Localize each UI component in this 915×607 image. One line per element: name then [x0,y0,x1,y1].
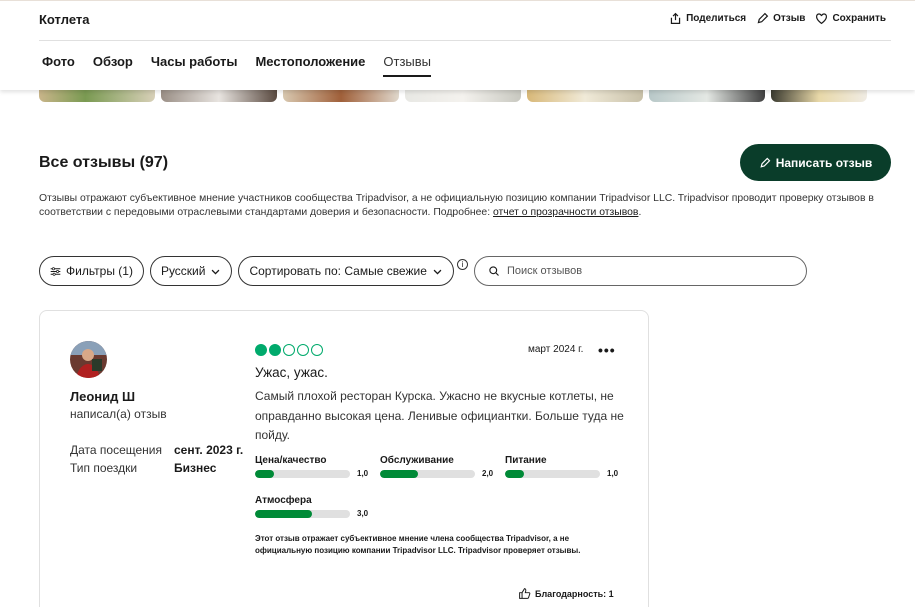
thumbs-up-icon [519,588,531,599]
review-text: Самый плохой ресторан Курска. Ужасно не … [255,389,624,442]
review-title[interactable]: Ужас, ужас. [255,365,328,380]
sticky-header: Котлета Поделиться Отзыв Сохранить Фото … [0,0,915,90]
review-disclaimer: Этот отзыв отражает субъективное мнение … [255,534,581,555]
trip-type-label: Тип поездки [70,461,138,475]
rating-bar [255,509,350,518]
rating-bar [380,469,475,478]
rating-bar [505,469,600,478]
pencil-icon [760,157,771,168]
reviews-disclaimer: Отзывы отражают субъективное мнение учас… [39,192,889,220]
share-button[interactable]: Поделиться [669,12,746,25]
filters-button[interactable]: Фильтры (1) [39,256,144,286]
review-label: Отзыв [773,13,806,24]
search-icon [489,266,499,276]
chevron-down-icon [433,269,442,274]
tab-hours[interactable]: Часы работы [151,54,238,77]
review-card: Леонид Ш написал(а) отзыв Дата посещения… [39,310,649,607]
search-placeholder: Поиск отзывов [507,265,583,277]
sliders-icon [50,266,61,276]
tab-overview[interactable]: Обзор [93,54,133,77]
write-review-label: Написать отзыв [775,155,873,170]
write-review-link[interactable]: Отзыв [756,12,805,25]
pencil-icon [757,12,769,24]
chevron-down-icon [212,269,220,274]
rating-value: 2,0 [482,469,494,478]
rating-bar-fill [505,469,524,478]
rating-bar-fill [380,469,418,478]
bubble-empty-icon [297,344,309,356]
transparency-report-link[interactable]: отчет о прозрачности отзывов [493,207,638,218]
rating-label: Обслуживание [380,455,454,466]
filter-row: Фильтры (1) Русский Сортировать по: Самы… [39,256,468,286]
share-label: Поделиться [686,13,747,24]
tab-photos[interactable]: Фото [42,54,75,77]
visit-date-label: Дата посещения [70,443,162,457]
more-options-icon[interactable]: ••• [598,342,616,358]
save-button[interactable]: Сохранить [815,12,886,25]
tab-reviews[interactable]: Отзывы [383,54,432,77]
reviewer-subtitle: написал(а) отзыв [70,407,167,421]
header-divider [39,40,891,41]
rating-value: 1,0 [607,469,619,478]
rating-value: 1,0 [357,469,369,478]
language-label: Русский [160,264,206,278]
share-icon [670,12,681,24]
search-reviews-input[interactable]: Поиск отзывов [474,256,807,286]
helpful-vote-button[interactable]: Благодарность: 1 [518,587,614,600]
place-name: Котлета [39,12,90,27]
rating-value: 3,0 [357,509,369,518]
rating-label: Питание [505,455,547,466]
rating-atmosphere: Атмосфера 3,0 [255,495,373,518]
save-label: Сохранить [832,13,886,24]
bubble-full-icon [255,344,267,356]
trip-type-value: Бизнес [174,461,217,475]
reviewer-name[interactable]: Леонид Ш [70,389,135,404]
heart-icon [816,13,828,25]
rating-bar-fill [255,509,312,518]
rating-bar [255,469,350,478]
sort-dropdown[interactable]: Сортировать по: Самые свежие [238,256,454,286]
tab-location[interactable]: Местоположение [255,54,365,77]
rating-bar-fill [255,469,274,478]
disclaimer-end: . [638,207,642,218]
header-actions: Поделиться Отзыв Сохранить [669,12,886,25]
rating-food: Питание 1,0 [505,455,623,478]
bubble-empty-icon [311,344,323,356]
language-dropdown[interactable]: Русский [149,256,233,286]
rating-value-quality: Цена/качество 1,0 [255,455,373,478]
rating-service: Обслуживание 2,0 [380,455,498,478]
rating-label: Атмосфера [255,495,312,506]
thanks-label: Благодарность: 1 [535,588,614,599]
disclaimer-text: Отзывы отражают субъективное мнение учас… [39,193,874,218]
write-review-button[interactable]: Написать отзыв [740,144,891,181]
visit-date-value: сент. 2023 г. [174,443,244,457]
avatar[interactable] [70,341,107,378]
rating-label: Цена/качество [255,455,327,466]
filters-label: Фильтры (1) [66,264,133,278]
review-date: март 2024 г. [528,344,584,355]
reviews-title: Все отзывы (97) [39,154,169,171]
top-border [0,0,915,1]
section-tabs: Фото Обзор Часы работы Местоположение От… [42,54,432,77]
bubble-rating [255,344,323,356]
bubble-full-icon [269,344,281,356]
bubble-empty-icon [283,344,295,356]
info-icon[interactable]: i [456,258,468,270]
sort-label: Сортировать по: Самые свежие [249,264,427,278]
